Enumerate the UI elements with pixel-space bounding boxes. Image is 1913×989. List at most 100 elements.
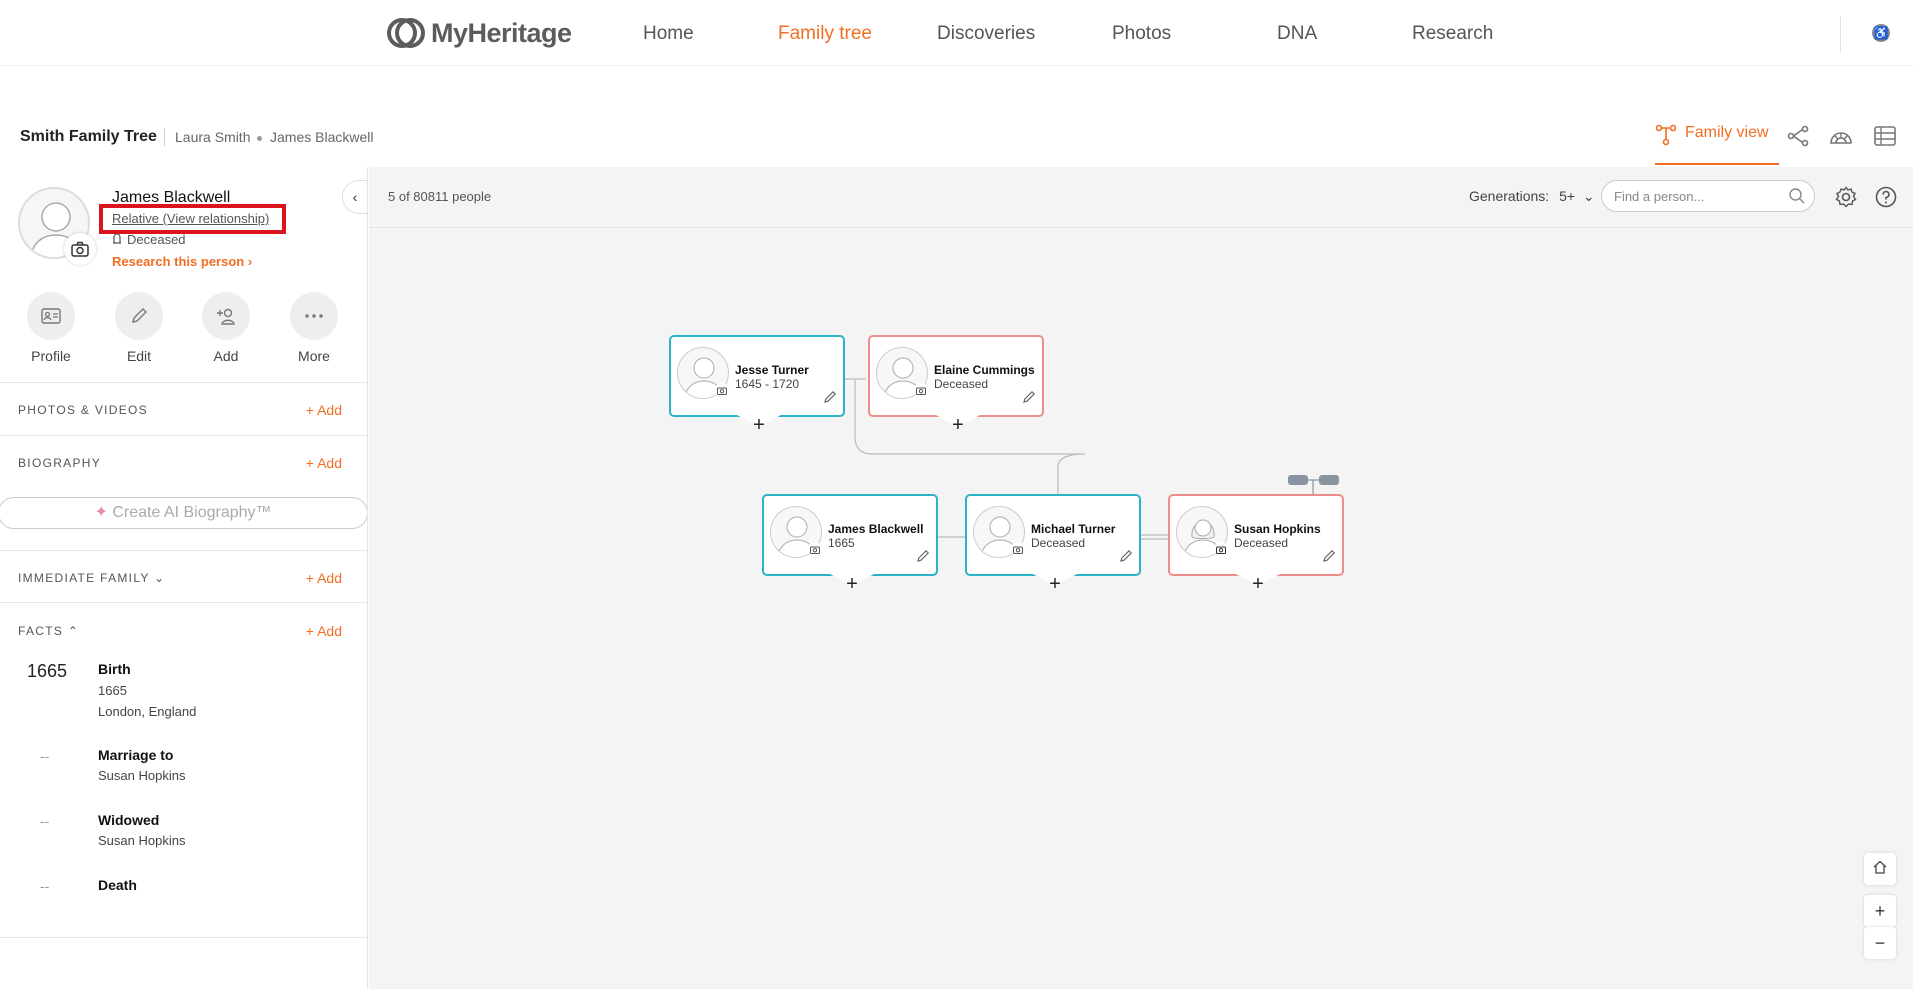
person-card-dates: Deceased	[1234, 536, 1289, 550]
family-view-icon	[1655, 124, 1677, 163]
sparkle-icon: ✦	[94, 504, 113, 521]
add-label: Add	[213, 348, 239, 364]
collapse-panel-button[interactable]: ‹	[342, 180, 367, 214]
fact-marriage-title[interactable]: Marriage to	[98, 747, 173, 763]
add-relative-plus-icon[interactable]: +	[836, 574, 868, 594]
camera-icon[interactable]	[1011, 542, 1025, 556]
myheritage-logo-icon	[387, 18, 425, 48]
pencil-icon	[115, 292, 163, 340]
chevron-left-icon: ‹	[352, 189, 358, 205]
person-card-name: Elaine Cummings	[934, 363, 1035, 377]
ai-biography-label: Create AI Biography™	[112, 504, 272, 521]
nav-family-tree[interactable]: Family tree	[778, 23, 872, 45]
person-card[interactable]: Elaine Cummings Deceased +	[868, 335, 1044, 435]
fan-view-icon[interactable]	[1828, 125, 1854, 147]
top-navigation: MyHeritage Home Family tree Discoveries …	[0, 0, 1913, 66]
biography-section: BIOGRAPHY + Add	[0, 435, 367, 555]
family-view-label: Family view	[1685, 124, 1769, 141]
pencil-icon[interactable]	[916, 549, 930, 568]
add-biography-button[interactable]: + Add	[306, 455, 342, 471]
add-relative-plus-icon[interactable]: +	[1242, 574, 1274, 594]
edit-button[interactable]: Edit	[104, 292, 174, 364]
logo-text: MyHeritage	[431, 17, 572, 48]
add-button[interactable]: Add	[191, 292, 261, 364]
person-card-dates: 1665	[828, 536, 855, 550]
fact-birth-place: London, England	[98, 704, 197, 719]
pencil-icon[interactable]	[823, 390, 837, 409]
nav-research[interactable]: Research	[1412, 23, 1493, 45]
facts-label: FACTS	[18, 624, 64, 638]
add-family-button[interactable]: + Add	[306, 570, 342, 586]
more-dots-icon	[290, 292, 338, 340]
nav-discoveries[interactable]: Discoveries	[937, 23, 1035, 45]
pencil-icon[interactable]	[1322, 549, 1336, 568]
chevron-down-icon: ⌄	[154, 571, 166, 585]
immediate-family-title[interactable]: IMMEDIATE FAMILY ⌄	[18, 571, 165, 585]
profile-button[interactable]: Profile	[16, 292, 86, 364]
camera-icon[interactable]	[64, 233, 96, 265]
chevron-right-icon: ›	[247, 254, 253, 269]
home-view-button[interactable]	[1864, 853, 1896, 885]
research-person-link[interactable]: Research this person ›	[112, 254, 252, 269]
person-side-panel: James Blackwell Relative (View relations…	[0, 167, 368, 989]
fact-widowed-spouse: Susan Hopkins	[98, 833, 186, 848]
more-label: More	[298, 348, 330, 364]
breadcrumb-root-person[interactable]: Laura Smith	[175, 129, 250, 145]
camera-icon[interactable]	[808, 542, 822, 556]
person-card-dates: Deceased	[934, 377, 989, 391]
person-card[interactable]: Michael Turner Deceased +	[965, 494, 1141, 594]
camera-icon[interactable]	[1214, 542, 1228, 556]
chevron-up-icon: ⌃	[67, 624, 80, 638]
add-person-icon	[202, 292, 250, 340]
zoom-in-button[interactable]: +	[1864, 895, 1896, 927]
add-photo-button[interactable]: + Add	[306, 402, 342, 418]
fact-death-year: --	[40, 878, 50, 894]
fact-birth-date: 1665	[98, 683, 127, 698]
fact-death-title[interactable]: Death	[98, 877, 137, 893]
myheritage-logo[interactable]: MyHeritage	[387, 17, 572, 49]
list-view-icon[interactable]	[1872, 125, 1898, 147]
add-fact-button[interactable]: + Add	[306, 623, 342, 639]
panel-footer-divider	[0, 937, 367, 989]
add-relative-plus-icon[interactable]: +	[942, 415, 974, 435]
camera-icon[interactable]	[914, 383, 928, 397]
more-button[interactable]: More	[279, 292, 349, 364]
breadcrumb-current-person[interactable]: James Blackwell	[270, 129, 373, 145]
person-card-name: Michael Turner	[1031, 522, 1116, 536]
fact-marriage-year: --	[40, 748, 50, 764]
fact-widowed-title[interactable]: Widowed	[98, 812, 159, 828]
nav-photos[interactable]: Photos	[1112, 23, 1171, 45]
minus-icon: −	[1874, 932, 1886, 953]
person-card[interactable]: James Blackwell 1665 +	[762, 494, 938, 594]
breadcrumb-dot	[257, 136, 262, 141]
add-relative-plus-icon[interactable]: +	[743, 415, 775, 435]
pencil-icon[interactable]	[1119, 549, 1133, 568]
plus-icon: +	[1874, 900, 1886, 921]
accessibility-icon[interactable]: ♿	[1872, 24, 1890, 42]
pencil-icon[interactable]	[1022, 390, 1036, 409]
nav-divider	[1840, 16, 1841, 52]
add-relative-plus-icon[interactable]: +	[1039, 574, 1071, 594]
edit-label: Edit	[126, 348, 152, 364]
tree-title[interactable]: Smith Family Tree	[20, 128, 157, 146]
camera-icon[interactable]	[715, 383, 729, 397]
nav-dna[interactable]: DNA	[1277, 23, 1317, 45]
fact-birth-title[interactable]: Birth	[98, 661, 131, 677]
person-card[interactable]: Jesse Turner 1645 - 1720 +	[669, 335, 845, 435]
facts-title[interactable]: FACTS ⌃	[18, 624, 79, 638]
photos-videos-section: PHOTOS & VIDEOS + Add	[0, 382, 367, 434]
pedigree-view-icon[interactable]	[1785, 125, 1811, 147]
tree-canvas[interactable]: 5 of 80811 people Generations: 5+ ⌄ Find…	[369, 167, 1913, 989]
view-relationship-link[interactable]: Relative (View relationship)	[112, 211, 269, 226]
tree-connectors	[845, 378, 1339, 540]
tab-family-view[interactable]: Family view	[1655, 124, 1779, 165]
nav-home[interactable]: Home	[643, 23, 694, 45]
research-link-label: Research this person	[112, 254, 245, 269]
immediate-family-label: IMMEDIATE FAMILY	[18, 571, 150, 585]
person-card-dates: 1645 - 1720	[735, 377, 800, 391]
fact-marriage-spouse: Susan Hopkins	[98, 768, 186, 783]
create-ai-biography-button[interactable]: ✦ Create AI Biography™	[0, 497, 367, 529]
fact-birth-year: 1665	[27, 661, 68, 681]
person-card[interactable]: Susan Hopkins Deceased +	[1168, 494, 1344, 594]
zoom-out-button[interactable]: −	[1864, 927, 1896, 959]
